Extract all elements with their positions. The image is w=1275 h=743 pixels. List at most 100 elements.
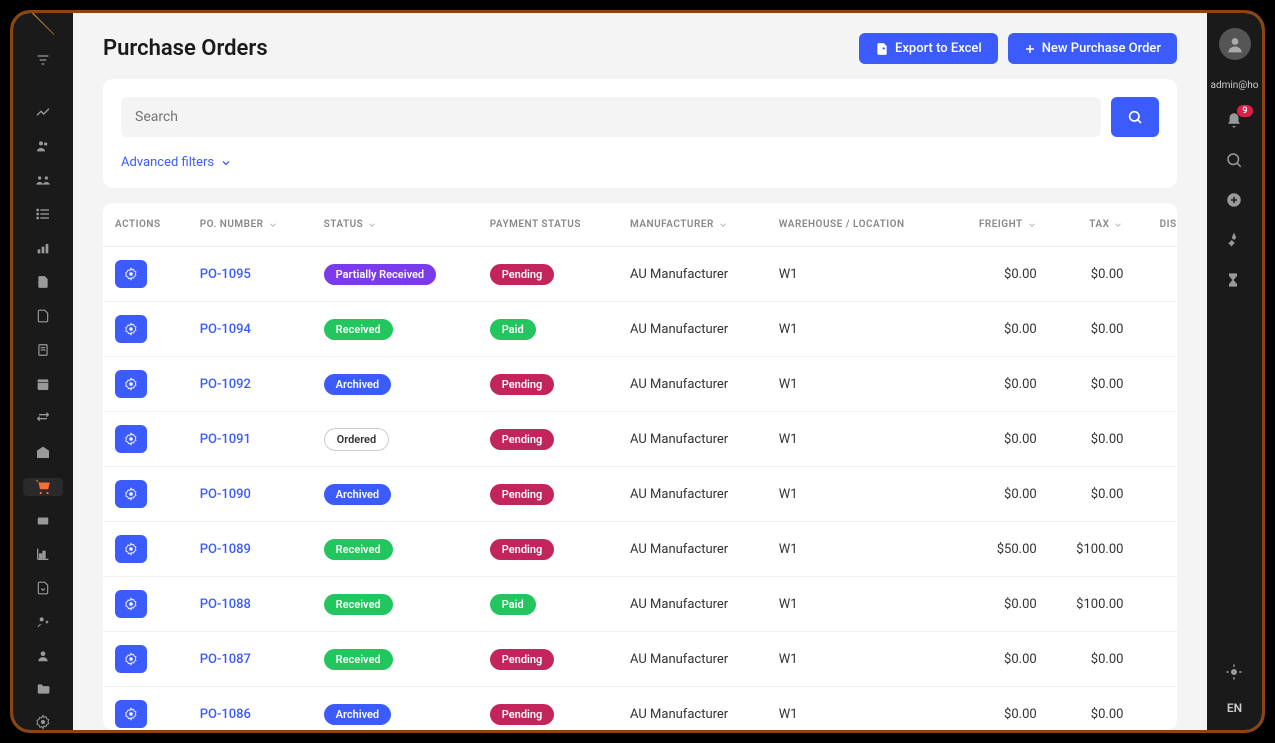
search-input[interactable] — [121, 97, 1101, 137]
row-action-button[interactable] — [115, 480, 147, 508]
row-action-button[interactable] — [115, 700, 147, 728]
table-row: PO-1095Partially ReceivedPendingAU Manuf… — [103, 247, 1177, 302]
warehouse-cell: W1 — [767, 632, 949, 687]
team-icon[interactable] — [33, 172, 53, 188]
hourglass-icon[interactable] — [1225, 271, 1245, 291]
new-purchase-order-button[interactable]: New Purchase Order — [1008, 33, 1177, 64]
payment-status-badge: Pending — [490, 264, 555, 285]
status-badge: Archived — [324, 374, 391, 395]
po-number-link[interactable]: PO-1092 — [200, 377, 251, 392]
tax-cell: $0.00 — [1049, 302, 1136, 357]
col-status[interactable]: STATUS — [312, 203, 478, 247]
manufacturer-cell: AU Manufacturer — [618, 632, 767, 687]
settings-icon[interactable] — [33, 714, 53, 730]
page-title: Purchase Orders — [103, 36, 268, 61]
row-action-button[interactable] — [115, 535, 147, 563]
table-row: PO-1089ReceivedPendingAU ManufacturerW1$… — [103, 522, 1177, 577]
theme-icon[interactable] — [1225, 663, 1245, 683]
document-icon[interactable] — [33, 274, 53, 290]
col-po-number[interactable]: PO. NUMBER — [188, 203, 312, 247]
warehouse-cell: W1 — [767, 247, 949, 302]
chart-line-icon[interactable] — [33, 104, 53, 120]
add-circle-icon[interactable] — [1225, 191, 1245, 211]
plus-icon — [1024, 43, 1036, 55]
row-action-button[interactable] — [115, 425, 147, 453]
table-row: PO-1094ReceivedPaidAU ManufacturerW1$0.0… — [103, 302, 1177, 357]
payment-status-badge: Pending — [490, 429, 555, 450]
user-avatar[interactable] — [1219, 28, 1251, 60]
row-action-button[interactable] — [115, 590, 147, 618]
freight-cell: $50.00 — [949, 522, 1049, 577]
search-icon — [1127, 109, 1143, 125]
search-right-icon[interactable] — [1225, 151, 1245, 171]
row-action-button[interactable] — [115, 645, 147, 673]
purchase-orders-table: ACTIONS PO. NUMBER STATUS PAYMENT STATUS… — [103, 203, 1177, 730]
po-number-link[interactable]: PO-1091 — [200, 432, 251, 447]
users-icon[interactable] — [33, 138, 53, 154]
transfer-icon[interactable] — [33, 410, 53, 426]
tax-cell: $100.00 — [1049, 577, 1136, 632]
sidebar-left — [13, 13, 73, 730]
col-manufacturer[interactable]: MANUFACTURER — [618, 203, 767, 247]
freight-cell: $0.00 — [949, 577, 1049, 632]
freight-cell: $0.00 — [949, 412, 1049, 467]
notifications-icon[interactable]: 9 — [1225, 111, 1245, 131]
filter-icon[interactable] — [33, 52, 53, 68]
po-number-link[interactable]: PO-1086 — [200, 707, 251, 722]
po-number-link[interactable]: PO-1095 — [200, 267, 251, 282]
table-row: PO-1086ArchivedPendingAU ManufacturerW1$… — [103, 687, 1177, 731]
manufacturer-cell: AU Manufacturer — [618, 302, 767, 357]
bar-chart-icon[interactable] — [33, 240, 53, 256]
main-content: Purchase Orders Export to Excel New Purc… — [73, 13, 1207, 730]
app-logo[interactable] — [31, 12, 54, 35]
language-toggle[interactable]: EN — [1227, 701, 1242, 715]
payment-status-badge: Pending — [490, 704, 555, 725]
warehouse-cell: W1 — [767, 522, 949, 577]
row-action-button[interactable] — [115, 315, 147, 343]
user-role-icon[interactable] — [33, 614, 53, 630]
col-tax[interactable]: TAX — [1049, 203, 1136, 247]
export-button-label: Export to Excel — [895, 41, 982, 56]
payment-status-badge: Paid — [490, 594, 536, 615]
page-icon[interactable] — [33, 342, 53, 358]
calendar-icon[interactable] — [33, 376, 53, 392]
export-excel-button[interactable]: Export to Excel — [859, 33, 998, 64]
discount-cell — [1135, 577, 1177, 632]
status-badge: Archived — [324, 704, 391, 725]
po-number-link[interactable]: PO-1090 — [200, 487, 251, 502]
manufacturer-cell: AU Manufacturer — [618, 357, 767, 412]
po-number-link[interactable]: PO-1087 — [200, 652, 251, 667]
status-badge: Received — [324, 539, 393, 560]
folder-icon[interactable] — [33, 682, 53, 696]
col-freight[interactable]: FREIGHT — [949, 203, 1049, 247]
col-warehouse[interactable]: WAREHOUSE / LOCATION — [767, 203, 949, 247]
col-discount[interactable]: DISCO — [1135, 203, 1177, 247]
export-icon[interactable] — [33, 580, 53, 596]
status-badge: Partially Received — [324, 264, 436, 285]
cart-icon[interactable] — [23, 478, 63, 496]
po-number-link[interactable]: PO-1088 — [200, 597, 251, 612]
manufacturer-cell: AU Manufacturer — [618, 577, 767, 632]
tax-cell: $0.00 — [1049, 467, 1136, 522]
col-payment-status[interactable]: PAYMENT STATUS — [478, 203, 618, 247]
list-icon[interactable] — [33, 206, 53, 222]
payment-status-badge: Pending — [490, 649, 555, 670]
po-number-link[interactable]: PO-1089 — [200, 542, 251, 557]
row-action-button[interactable] — [115, 370, 147, 398]
tax-cell: $100.00 — [1049, 522, 1136, 577]
rocket-icon[interactable] — [1225, 231, 1245, 251]
search-button[interactable] — [1111, 97, 1159, 137]
po-number-link[interactable]: PO-1094 — [200, 322, 251, 337]
report-icon[interactable] — [33, 546, 53, 562]
user-icon[interactable] — [33, 648, 53, 664]
warehouse-cell: W1 — [767, 577, 949, 632]
file-icon[interactable] — [33, 308, 53, 324]
advanced-filters-toggle[interactable]: Advanced filters — [121, 155, 232, 170]
freight-cell: $0.00 — [949, 632, 1049, 687]
payment-icon[interactable] — [33, 514, 53, 528]
freight-cell: $0.00 — [949, 687, 1049, 731]
warehouse-icon[interactable] — [33, 444, 53, 460]
row-action-button[interactable] — [115, 260, 147, 288]
search-card: Advanced filters — [103, 79, 1177, 188]
username-label: admin@ho — [1210, 80, 1260, 91]
